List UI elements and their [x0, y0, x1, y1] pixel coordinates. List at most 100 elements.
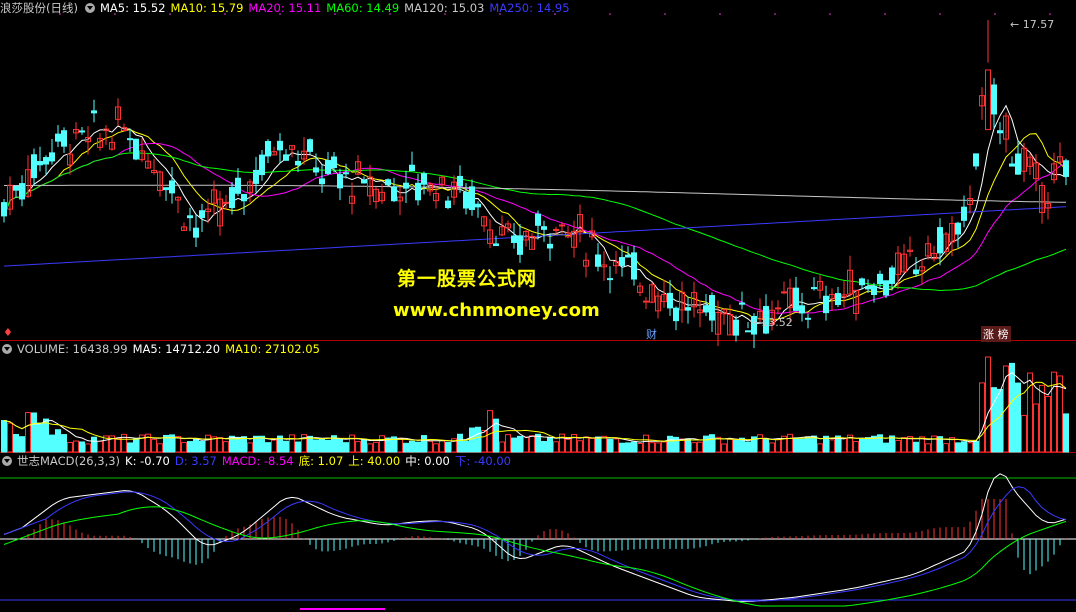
candle-body [667, 292, 673, 309]
candle-body [937, 227, 943, 254]
volume-bar [829, 439, 835, 453]
volume-bar [865, 437, 871, 453]
candle-body [775, 307, 781, 310]
volume-bar [223, 441, 229, 453]
candle-body [19, 183, 25, 200]
dot-marker [719, 13, 721, 15]
volume-bar [973, 440, 979, 453]
volume-bar [55, 429, 61, 453]
volume-bar [661, 441, 667, 453]
macd-legend-3: 底: 1.07 [298, 454, 344, 468]
candle-body [223, 201, 229, 204]
volume-bar [589, 437, 595, 453]
candle-body [133, 138, 139, 160]
candle-body [991, 84, 997, 115]
dot-marker [939, 13, 941, 15]
volume-bar [205, 434, 211, 453]
candle-body [259, 154, 265, 176]
volume-dropdown-icon[interactable] [2, 344, 12, 354]
volume-bar [997, 388, 1003, 453]
volume-bar [1039, 384, 1045, 453]
volume-bar [499, 441, 505, 453]
high-price-label: ← 17.57 [1010, 18, 1055, 31]
limit-up-marker[interactable]: 涨 榜 [981, 326, 1011, 342]
volume-value: VOLUME: 16438.99 [17, 342, 128, 356]
candle-body [1, 202, 7, 217]
volume-bar [199, 440, 205, 453]
volume-bar [547, 437, 553, 453]
volume-bar [1021, 414, 1027, 453]
macd-d-line [3, 486, 1067, 602]
ma-legend-5: MA250: 14.95 [489, 1, 570, 15]
volume-bar [463, 440, 469, 453]
volume-bar [421, 435, 427, 453]
volume-bar [439, 440, 445, 453]
volume-bar [175, 435, 181, 453]
candle-body [805, 317, 811, 320]
volume-bar [265, 442, 271, 453]
finance-marker[interactable]: 财 [646, 326, 657, 342]
candle-body [985, 69, 991, 131]
volume-bar [373, 441, 379, 453]
volume-bar [673, 436, 679, 453]
volume-bar [643, 434, 649, 453]
volume-bar [1033, 403, 1039, 453]
volume-bar [901, 437, 907, 453]
candle-body [745, 330, 751, 333]
candle-body [229, 187, 235, 209]
candle-body [253, 169, 259, 184]
dot-marker [994, 13, 996, 15]
volume-bar [529, 435, 535, 453]
candle-body [307, 139, 313, 152]
candle-body [475, 203, 481, 208]
dot-marker [664, 13, 666, 15]
candle-body [295, 160, 301, 166]
volume-bar [457, 433, 463, 453]
volume-bar [361, 438, 367, 453]
volume-bar [799, 438, 805, 453]
volume-bar [79, 441, 85, 453]
candle-body [955, 222, 961, 235]
volume-bar [733, 439, 739, 453]
candle-body [61, 130, 67, 147]
volume-bar [187, 441, 193, 453]
candle-body [337, 174, 343, 189]
candle-body [37, 160, 43, 166]
volume-bar [61, 434, 67, 453]
volume-bar [793, 437, 799, 453]
candle-body [127, 138, 133, 141]
volume-bar [301, 434, 307, 453]
candle-body [865, 286, 871, 290]
candle-body [421, 173, 427, 185]
candle-body [43, 157, 49, 165]
volume-bar [655, 442, 661, 453]
candle-body [265, 141, 271, 157]
volume-bar [805, 436, 811, 453]
volume-bar [403, 442, 409, 453]
candle-body [469, 186, 475, 210]
volume-bar [85, 443, 91, 453]
volume-bar [481, 429, 487, 453]
volume-bar [619, 442, 625, 453]
volume-bar [7, 422, 13, 453]
volume-bar [313, 439, 319, 453]
volume-bar [709, 434, 715, 453]
volume-bar [667, 435, 673, 453]
candle-body [643, 300, 649, 303]
candle-body [391, 186, 397, 202]
volume-bar [157, 443, 163, 453]
candle-body [559, 224, 565, 227]
volume-bar [685, 438, 691, 453]
volume-bar [631, 441, 637, 453]
volume-bar [151, 438, 157, 453]
dot-marker [609, 13, 611, 15]
ma-legend-3: MA60: 14.49 [326, 1, 400, 15]
candle-body [703, 305, 709, 313]
indicator-dropdown-icon[interactable] [84, 3, 95, 13]
volume-bar [43, 418, 49, 453]
macd-legend-6: 下: -40.00 [454, 454, 511, 468]
macd-dropdown-icon[interactable] [2, 456, 12, 466]
volume-bar [817, 443, 823, 453]
volume-bar [31, 412, 37, 453]
candle-body [541, 226, 547, 230]
